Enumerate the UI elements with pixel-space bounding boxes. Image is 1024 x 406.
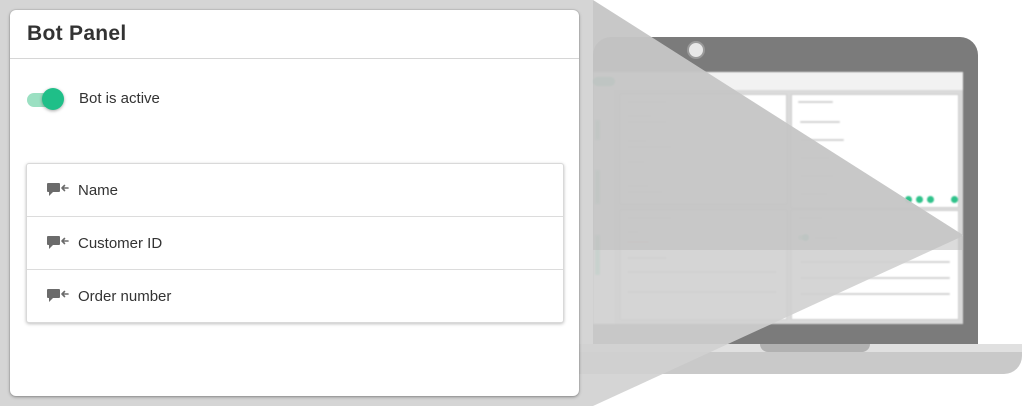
bot-active-row: Bot is active — [27, 87, 160, 110]
preview-card-bot-panel — [791, 210, 959, 320]
laptop-notch — [760, 344, 870, 352]
chat-bubble-arrow-icon — [47, 289, 69, 302]
list-item-label: Name — [78, 181, 119, 199]
list-item-order-number[interactable]: Order number — [27, 270, 563, 322]
laptop-camera — [687, 41, 705, 59]
bot-field-list: Name Customer ID Order number — [26, 163, 564, 323]
preview-card-chatblocks — [791, 94, 959, 208]
chat-bubble-arrow-icon — [47, 183, 69, 196]
preview-sidebar — [593, 90, 615, 324]
list-item-customer-id[interactable]: Customer ID — [27, 217, 563, 270]
list-item-name[interactable]: Name — [27, 164, 563, 217]
chat-bubble-arrow-icon — [47, 236, 69, 249]
laptop-screen-preview — [593, 72, 963, 324]
panel-title: Bot Panel — [27, 22, 127, 45]
preview-card-ticket-information — [620, 210, 787, 320]
preview-top-bar — [593, 72, 963, 90]
toggle-thumb — [42, 87, 64, 110]
bot-active-label: Bot is active — [79, 90, 160, 107]
list-item-label: Customer ID — [78, 234, 163, 252]
bot-active-toggle[interactable] — [27, 87, 64, 110]
bot-panel: Bot Panel Bot is active Name Customer ID — [10, 10, 579, 396]
panel-header: Bot Panel — [10, 10, 579, 59]
list-item-label: Order number — [78, 287, 172, 305]
preview-card-user-properties — [620, 94, 787, 204]
